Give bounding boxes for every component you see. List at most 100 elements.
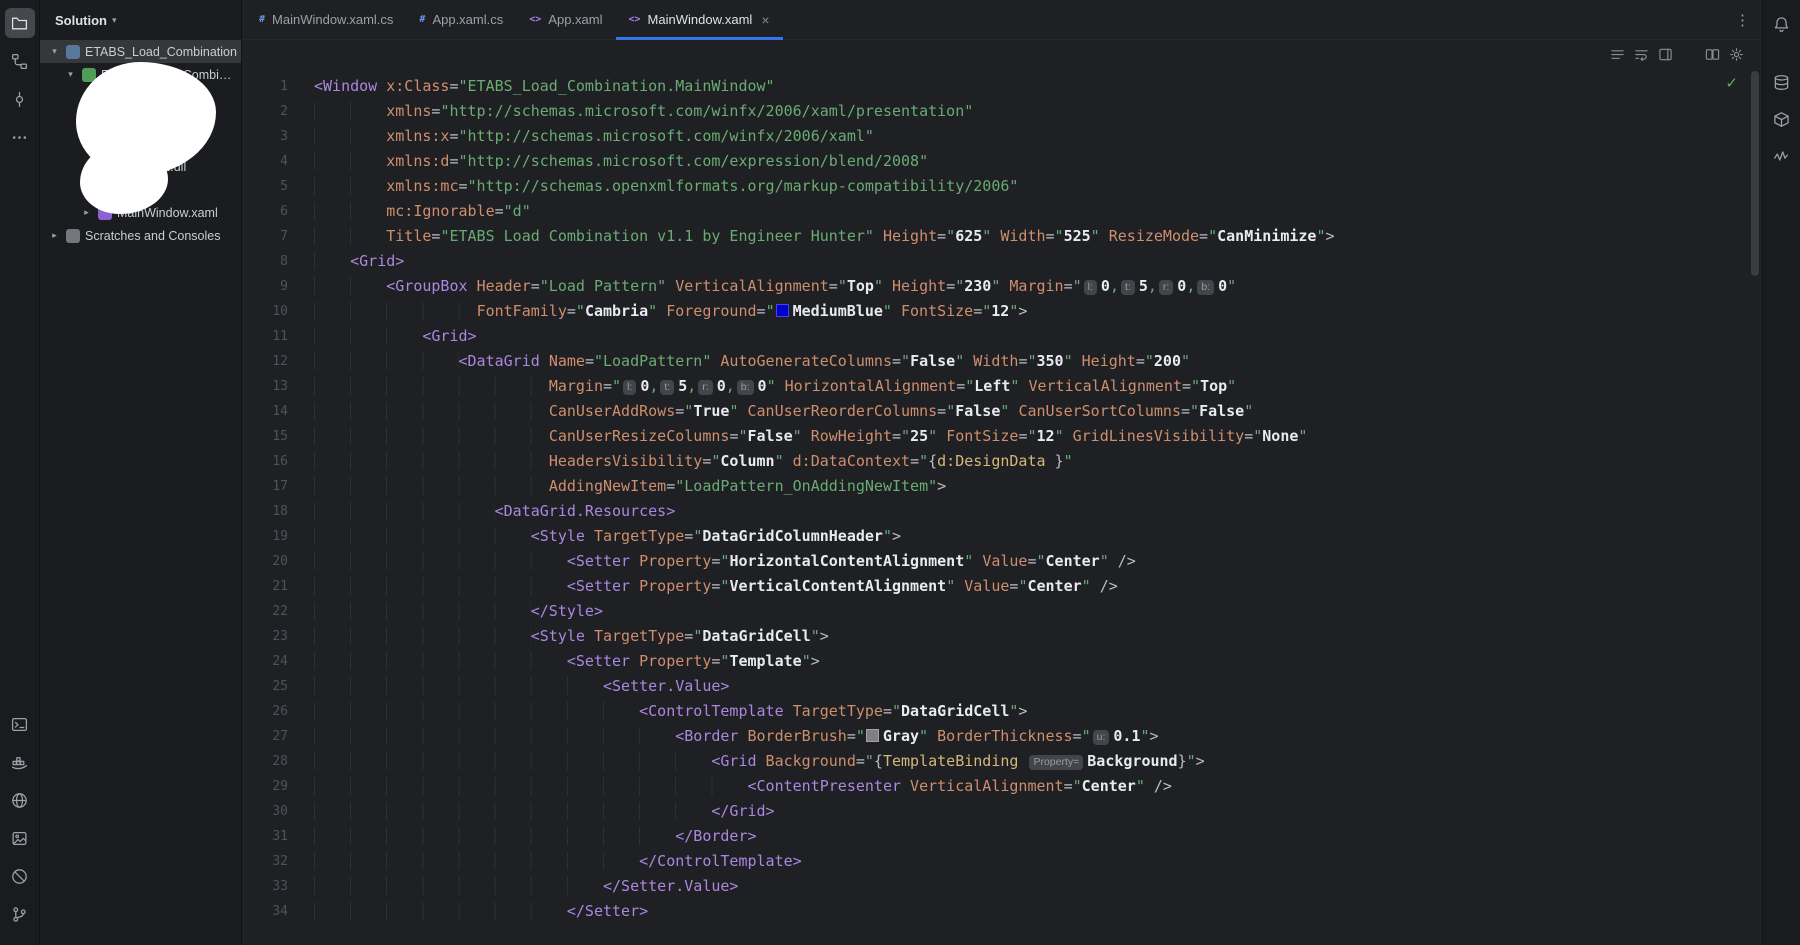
code-token: = xyxy=(449,77,459,95)
code-token: > xyxy=(1325,227,1335,245)
code-token: Height xyxy=(892,277,947,295)
commit-icon[interactable] xyxy=(5,84,35,114)
editor-scrollbar-thumb[interactable] xyxy=(1751,71,1759,276)
code-token: " xyxy=(1072,777,1082,795)
code-token xyxy=(314,677,603,695)
code-token: = xyxy=(937,227,947,245)
editor-tab[interactable]: <> MainWindow.xaml × xyxy=(615,0,783,40)
code-token: TargetType xyxy=(593,627,685,645)
code-token: = xyxy=(756,302,766,320)
code-token: " xyxy=(1036,552,1046,570)
code-token: AutoGenerateColumns xyxy=(720,352,892,370)
close-tab-icon[interactable]: × xyxy=(761,12,769,28)
code-token: Value xyxy=(982,552,1028,570)
code-line: 21 <Setter Property="VerticalContentAlig… xyxy=(242,574,1762,599)
image-icon[interactable] xyxy=(5,823,35,853)
editor-tab[interactable]: <> App.xaml xyxy=(516,0,615,39)
editor-tab-bar: # MainWindow.xaml.cs # App.xaml.cs <> App.xam… xyxy=(242,0,1762,40)
line-number: 21 xyxy=(272,579,288,594)
project-folder-icon[interactable] xyxy=(4,8,35,38)
code-line: 20 <Setter Property="HorizontalContentAl… xyxy=(242,549,1762,574)
code-token: " xyxy=(1072,277,1082,295)
code-token: = xyxy=(684,527,694,545)
code-token: </Style> xyxy=(530,602,603,620)
code-token: = xyxy=(1181,402,1191,420)
docker-icon[interactable] xyxy=(5,747,35,777)
code-token: " xyxy=(965,377,975,395)
line-number: 4 xyxy=(280,154,288,169)
code-token xyxy=(314,552,567,570)
minimap-icon[interactable] xyxy=(1658,47,1673,62)
profiler-icon[interactable] xyxy=(1768,142,1796,170)
version-control-icon[interactable] xyxy=(5,899,35,929)
structure-icon[interactable] xyxy=(5,46,35,76)
code-token: { xyxy=(928,452,938,470)
code-token: = xyxy=(666,477,676,495)
web-icon[interactable] xyxy=(5,785,35,815)
code-token: " xyxy=(1054,227,1064,245)
code-token: </ControlTemplate> xyxy=(639,852,802,870)
code-token: Center xyxy=(1045,552,1100,570)
packages-icon[interactable] xyxy=(1768,105,1796,133)
problems-icon[interactable] xyxy=(5,861,35,891)
chevron-icon[interactable]: ▾ xyxy=(48,46,61,57)
line-number: 23 xyxy=(272,629,288,644)
code-token: BorderThickness xyxy=(937,727,1073,745)
settings-gear-icon[interactable] xyxy=(1729,47,1744,62)
code-token: " xyxy=(1298,427,1308,445)
tree-item-label: Scratches and Consoles xyxy=(85,228,221,243)
chevron-icon[interactable]: ▸ xyxy=(48,230,61,241)
database-icon[interactable] xyxy=(1768,68,1796,96)
code-token: = xyxy=(956,377,966,395)
tab-overflow-menu-icon[interactable]: ⋮ xyxy=(1723,0,1762,39)
editor-tab[interactable]: # MainWindow.xaml.cs xyxy=(246,0,406,39)
line-number: 6 xyxy=(280,204,288,219)
code-token: <Style xyxy=(530,527,585,545)
code-token: Gray xyxy=(882,727,920,745)
code-line: 3 xmlns:x="http://schemas.microsoft.com/… xyxy=(242,124,1762,149)
code-token xyxy=(314,352,459,370)
code-token: Margin xyxy=(548,377,603,395)
editor-tab[interactable]: # App.xaml.cs xyxy=(406,0,516,39)
notifications-bell-icon[interactable] xyxy=(1768,10,1796,38)
code-token xyxy=(314,227,387,245)
solution-panel-header[interactable]: Solution ▾ xyxy=(40,0,241,40)
inlay-hint: l: xyxy=(623,379,637,395)
code-token: > xyxy=(810,652,820,670)
terminal-icon[interactable] xyxy=(5,709,35,739)
code-token: Top xyxy=(1200,377,1228,395)
code-token: "d" xyxy=(503,202,531,220)
list-icon[interactable] xyxy=(1610,47,1625,62)
more-tools-icon[interactable] xyxy=(5,122,35,152)
tree-item[interactable]: ▸ Scratches and Consoles xyxy=(40,224,241,247)
code-token: "LoadPattern_OnAddingNewItem" xyxy=(675,477,938,495)
code-token: RowHeight xyxy=(810,427,892,445)
line-number: 29 xyxy=(272,779,288,794)
tree-item[interactable]: ▾ ETABS_Load_Combination xyxy=(40,40,241,63)
code-line: 13 Margin=" l: 0, t: 5, r: 0, b: 0" HorizontalAl… xyxy=(242,374,1762,399)
code-token: </Border> xyxy=(675,827,757,845)
code-token: = xyxy=(946,277,956,295)
code-token: Template xyxy=(729,652,802,670)
split-columns-icon[interactable] xyxy=(1705,47,1720,62)
code-token: = xyxy=(584,352,594,370)
code-token: /> xyxy=(1153,777,1172,795)
code-editor[interactable]: 1 <Window x:Class = "ETABS_Load_Combination… xyxy=(242,68,1762,945)
chevron-icon[interactable]: ▸ xyxy=(80,207,93,218)
code-token: FontFamily xyxy=(476,302,567,320)
code-token: = xyxy=(458,177,468,195)
chevron-icon[interactable]: ▾ xyxy=(64,69,77,80)
code-token: " xyxy=(1140,727,1150,745)
code-token: d:DesignData xyxy=(937,452,1046,470)
code-line: 18 <DataGrid.Resources> xyxy=(242,499,1762,524)
inspections-ok-icon[interactable]: ✓ xyxy=(1725,71,1738,96)
soft-wrap-icon[interactable] xyxy=(1634,47,1649,62)
solution-panel-title: Solution xyxy=(55,12,107,28)
code-token: <Grid> xyxy=(350,252,405,270)
code-token xyxy=(314,252,351,270)
code-token xyxy=(314,652,567,670)
